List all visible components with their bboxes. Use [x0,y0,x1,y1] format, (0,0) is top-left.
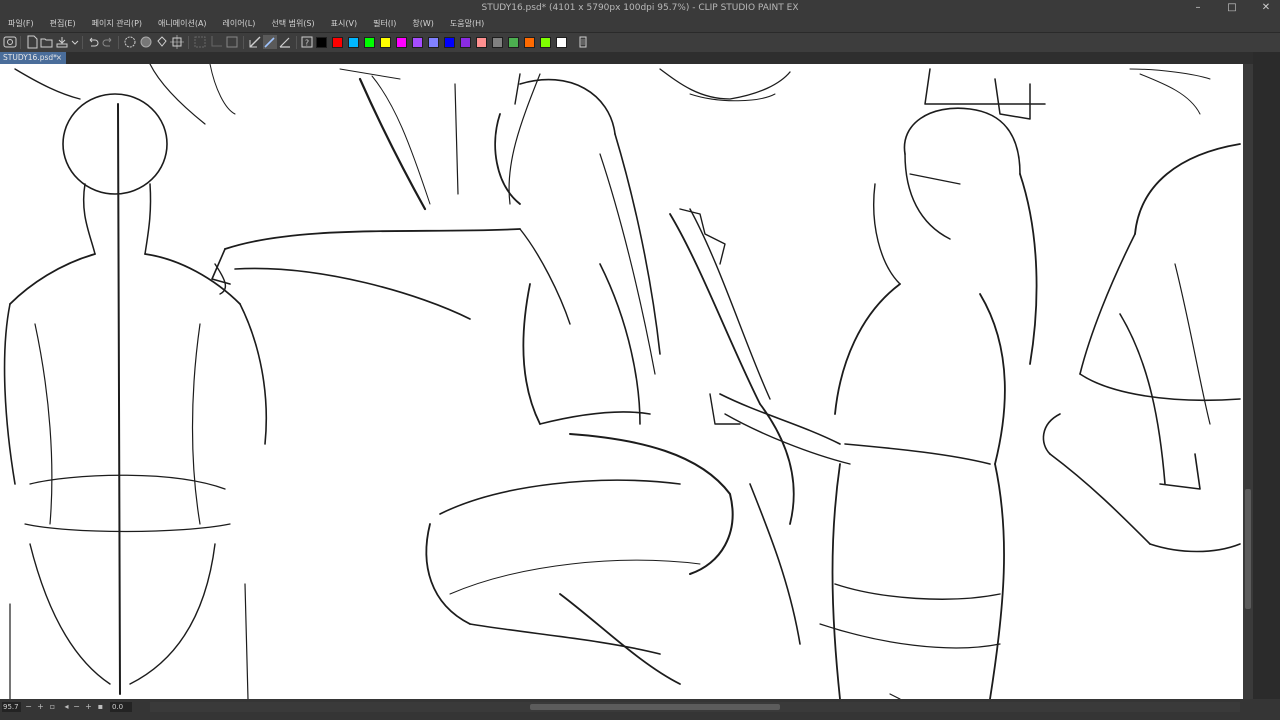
menu-view[interactable]: 표시(V) [323,17,365,32]
deselect-icon[interactable] [193,35,207,49]
help-icon[interactable]: ? [300,35,314,49]
menu-help[interactable]: 도움말(H) [442,17,492,32]
document-tab-label: STUDY16.psd* [3,53,57,62]
color-swatch-gray[interactable] [492,37,503,48]
document-tab-bar: STUDY16.psd* × [0,52,1280,64]
menu-window[interactable]: 창(W) [404,17,442,32]
minimize-button[interactable]: – [1192,2,1204,14]
app-icon[interactable] [3,35,17,49]
toolbar-divider [296,36,297,49]
window-title: STUDY16.psd* (4101 x 5790px 100dpi 95.7%… [481,3,799,13]
menu-filter[interactable]: 필터(I) [365,17,404,32]
toolbar-divider [82,36,83,49]
redo-icon[interactable] [101,35,115,49]
fill-icon[interactable] [139,35,153,49]
fit-icon[interactable]: ▫ [48,702,57,712]
menu-bar: 파일(F) 편집(E) 페이지 관리(P) 애니메이션(A) 레이어(L) 선택… [0,17,1280,32]
scroll-left-icon[interactable]: ◂ [62,702,71,712]
pencil-icon[interactable] [278,35,292,49]
color-swatch-dark-green[interactable] [508,37,519,48]
color-swatch-orange[interactable] [524,37,535,48]
bucket-icon[interactable] [155,35,169,49]
new-file-icon[interactable] [25,35,39,49]
zoom-out-icon[interactable]: − [24,702,33,712]
zoom-field[interactable]: 95.7 [2,702,21,712]
title-bar: STUDY16.psd* (4101 x 5790px 100dpi 95.7%… [0,0,1280,17]
drawing-canvas[interactable] [0,64,1243,699]
color-swatch-yellow[interactable] [380,37,391,48]
zoom-minus-icon[interactable]: − [72,702,81,712]
color-swatch-red[interactable] [332,37,343,48]
color-swatch-magenta[interactable] [396,37,407,48]
menu-edit[interactable]: 편집(E) [42,17,84,32]
window-controls: – □ ✕ [1192,2,1272,14]
ruler-icon[interactable] [248,35,262,49]
chevron-down-icon[interactable] [68,35,82,49]
color-swatch-violet[interactable] [460,37,471,48]
vertical-scroll-thumb[interactable] [1245,489,1251,609]
menu-layer[interactable]: 레이어(L) [215,17,264,32]
color-swatch-pink[interactable] [476,37,487,48]
selection-icon[interactable] [225,35,239,49]
toolbar-divider [188,36,189,49]
open-file-icon[interactable] [40,35,54,49]
svg-text:?: ? [305,39,309,48]
color-swatch-green[interactable] [364,37,375,48]
color-swatch-purple[interactable] [412,37,423,48]
right-panel-edge [1253,52,1280,720]
zoom-plus-icon[interactable]: + [84,702,93,712]
menu-selection[interactable]: 선택 범위(S) [263,17,322,32]
zoom-in-icon[interactable]: + [36,702,45,712]
settings-icon[interactable] [576,35,590,49]
color-swatch-blue[interactable] [444,37,455,48]
color-swatch-cyan[interactable] [348,37,359,48]
rotation-field[interactable]: 0.0 [110,702,132,712]
undo-icon[interactable] [86,35,100,49]
save-icon[interactable] [55,35,69,49]
menu-animation[interactable]: 애니메이션(A) [150,17,215,32]
color-swatch-periwinkle[interactable] [428,37,439,48]
color-swatch-white[interactable] [556,37,567,48]
toolbar-divider [243,36,244,49]
horizontal-scrollbar[interactable] [150,702,1240,712]
close-tab-icon[interactable]: × [56,52,62,64]
fit-window-icon[interactable]: ▪ [96,702,105,712]
color-swatch-black[interactable] [316,37,327,48]
toolbar-divider [20,36,21,49]
crop-icon[interactable] [209,35,223,49]
sketch-artwork [3,64,1241,699]
horizontal-scroll-thumb[interactable] [530,704,780,710]
pen-icon[interactable] [263,35,277,49]
color-swatch-lime[interactable] [540,37,551,48]
maximize-button[interactable]: □ [1226,2,1238,14]
close-button[interactable]: ✕ [1260,2,1272,14]
menu-page[interactable]: 페이지 관리(P) [84,17,150,32]
clear-icon[interactable] [123,35,137,49]
menu-file[interactable]: 파일(F) [0,17,42,32]
vertical-scrollbar[interactable] [1243,64,1253,699]
document-tab[interactable]: STUDY16.psd* × [0,52,66,64]
toolbar-divider [118,36,119,49]
transform-icon[interactable] [170,35,184,49]
status-bar: 95.7 − + ▫ ◂ − + ▪ 0.0 [0,699,1280,720]
command-bar: ? [0,32,1280,53]
